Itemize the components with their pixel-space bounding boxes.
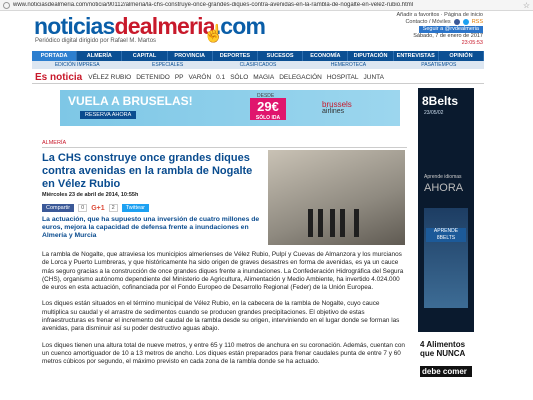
subnav-pasatiempos[interactable]: PASATIEMPOS [394,61,484,69]
browser-address-bar[interactable]: www.noticiasdealmeria.com/noticia/90112/… [0,0,533,11]
nav-deportes[interactable]: DEPORTES [213,51,259,61]
nav-sucesos[interactable]: SUCESOS [258,51,304,61]
photo-figure [354,209,359,237]
article-section[interactable]: ALMERÍA [42,140,407,148]
article-paragraph: Los diques tienen una altura total de nu… [42,341,405,366]
current-date: Sábado, 7 de enero de 2017 [413,33,483,39]
page-info-icon[interactable] [3,1,10,9]
twitter-share-button[interactable]: Twittear [121,204,149,212]
banner-cta-button[interactable]: RESERVA AHORA [80,111,137,119]
nav-almeria[interactable]: ALMERÍA [77,51,123,61]
article: ALMERÍA La CHS construye once grandes di… [42,140,407,365]
header-links: Añadir a favoritos · Página de inicio Co… [396,12,483,47]
side-ad[interactable]: 8Belts 23/05/02 Aprende idiomas AHORA AP… [418,88,474,400]
article-paragraph: La rambla de Nogalte, que atraviesa los … [42,251,404,292]
banner-title: VUELA A BRUSELAS! [68,94,193,108]
facebook-share-button[interactable]: Compartir [42,204,75,212]
side-ad-headline: 4 Alimentos que NUNCA [420,340,466,358]
share-bar: Compartir 0 G+1 2 Twittear [42,204,149,212]
site-subtitle: Periódico digital dirigido por Rafael M.… [35,38,157,44]
facebook-icon[interactable] [453,19,460,25]
side-ad-headline-2: debe comer [420,366,472,377]
banner-price-note: SÓLO IDA [255,115,281,121]
side-ad-bottom[interactable]: 4 Alimentos que NUNCA debe comer [418,332,474,400]
subnav-especiales[interactable]: ESPECIALES [122,61,212,69]
side-ad-learn: Aprende idiomas [424,174,462,180]
article-photo[interactable] [268,150,405,245]
topic-link[interactable]: JUNTA [364,74,384,81]
nav-diputacion[interactable]: DIPUTACIÓN [348,51,394,61]
topic-link[interactable]: MAGIA [253,74,274,81]
topic-link[interactable]: HOSPITAL [327,74,359,81]
topic-link[interactable]: DETENIDO [136,74,170,81]
side-ad-badge: APRENDE 8BELTS [426,228,466,242]
topic-link[interactable]: VÉLEZ RUBIO [88,74,131,81]
article-paragraph: Los diques están situados en el término … [42,300,400,333]
logo-part-noticias: noticias [34,13,115,39]
google-plus-count: 2 [108,204,118,212]
photo-figure [330,209,335,237]
es-noticia-label: Es noticia [35,71,83,83]
logo-part-dealmeria: dealmeria [114,13,216,39]
banner-brand-2: airlines [322,108,345,115]
twitter-icon[interactable] [462,19,469,25]
sub-nav: EDICIÓN IMPRESA ESPECIALES CLASIFICADOS … [32,61,484,69]
photo-figure [308,209,313,237]
rss-link[interactable]: RSS [472,19,483,26]
nav-economia[interactable]: ECONOMÍA [303,51,349,61]
article-dateline: Miércoles 23 de abril de 2014, 10:55h [42,192,139,198]
nav-capital[interactable]: CAPITAL [122,51,168,61]
topic-link[interactable]: PP [175,74,184,81]
site-header: noticiasdealmeria.com ☝ Periódico digita… [32,11,484,51]
topic-link[interactable]: 0.1 [216,74,225,81]
topic-link[interactable]: VARÓN [189,74,212,81]
banner-price-value: 29€ [257,99,279,114]
contact-link[interactable]: Contacto / Móviles [405,19,450,26]
topic-link[interactable]: SÓLO [230,74,248,81]
nav-opinion[interactable]: OPINIÓN [439,51,485,61]
photo-figure [318,209,323,237]
side-ad-image [424,208,468,308]
subnav-clasificados[interactable]: CLASIFICADOS [213,61,303,69]
article-lead: La actuación, que ha supuesto una invers… [42,216,260,239]
topic-link[interactable]: DELEGACIÓN [279,74,322,81]
url-text[interactable]: www.noticiasdealmeria.com/noticia/90112/… [13,2,520,8]
side-ad-brand: 8Belts [422,94,459,108]
es-noticia-bar: Es noticia VÉLEZ RUBIO DETENIDO PP VARÓN… [32,71,484,84]
subnav-hemeroteca[interactable]: HEMEROTECA [303,61,393,69]
subnav-edicion-impresa[interactable]: EDICIÓN IMPRESA [32,61,122,69]
banner-price: 29€ SÓLO IDA [250,98,286,121]
article-body: La rambla de Nogalte, que atraviesa los … [42,251,407,375]
nav-entrevistas[interactable]: ENTREVISTAS [394,51,439,61]
side-ad-now: AHORA [424,182,464,194]
article-headline: La CHS construye once grandes diques con… [42,152,253,190]
nav-portada[interactable]: PORTADA [32,51,78,61]
site-logo[interactable]: noticiasdealmeria.com [34,12,266,40]
current-time: 23:05:53 [461,40,483,46]
banner-ad[interactable]: VUELA A BRUSELAS! RESERVA AHORA DESDE 29… [60,90,400,126]
side-ad-date: 23/05/02 [424,110,444,116]
facebook-share-count: 0 [78,204,88,212]
nav-provincia[interactable]: PROVINCIA [168,51,213,61]
favorites-link[interactable]: Añadir a favoritos · Página de inicio [396,12,483,19]
bookmark-star-icon[interactable]: ☆ [523,1,530,10]
google-plus-button[interactable]: G+1 [91,205,104,212]
follow-button[interactable]: Seguir a @rvdealmeria [418,26,483,33]
photo-figure [340,209,345,237]
hand-cursor-icon: ☝ [203,24,225,43]
main-nav: PORTADA ALMERÍA CAPITAL PROVINCIA DEPORT… [32,51,485,61]
